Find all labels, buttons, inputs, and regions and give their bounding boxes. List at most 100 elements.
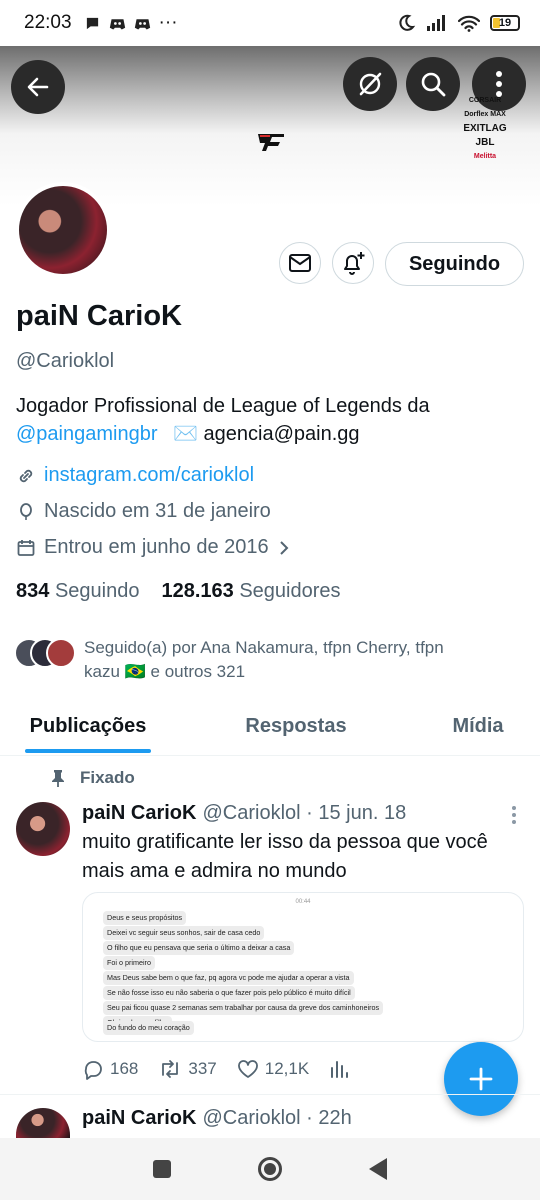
follow-counts: 834 Seguindo 128.163 Seguidores [16, 580, 341, 603]
media-message: Se não fosse isso eu não saberia o que f… [103, 986, 355, 1000]
profile-birthday: Nascido em 31 de janeiro [44, 500, 271, 522]
recent-apps-button[interactable] [153, 1160, 172, 1178]
wifi-icon [458, 15, 480, 32]
grok-button[interactable] [343, 57, 397, 111]
signal-icon [427, 15, 445, 31]
tweet-header: paiN CarioK @Carioklol · 15 jun. 18 [82, 802, 406, 825]
tweet-author-name[interactable]: paiN CarioK [82, 802, 196, 824]
balloon-icon [20, 502, 32, 520]
pain-gaming-logo-icon [258, 134, 284, 151]
profile-name: paiN CarioK [16, 300, 182, 332]
home-button[interactable] [257, 1157, 282, 1181]
profile-joined: Entrou em junho de 2016 [44, 536, 269, 558]
bio-text: Jogador Profissional de League of Legend… [16, 395, 430, 417]
tweet-author-handle: @Carioklol [202, 1107, 301, 1129]
tweet-text: muito gratificante ler isso da pessoa qu… [82, 831, 488, 882]
following-button[interactable]: Seguindo [385, 242, 524, 286]
like-button[interactable]: 12,1K [237, 1059, 309, 1079]
profile-website-link[interactable]: instagram.com/carioklol [44, 464, 254, 487]
envelope-icon [289, 254, 311, 272]
sponsor-exitlag: EXITLAG [463, 123, 507, 134]
tweet-actions: 168 337 12,1K [82, 1058, 369, 1080]
analytics-icon [331, 1061, 349, 1078]
media-timestamp: 00:44 [295, 899, 311, 905]
link-icon [19, 469, 33, 482]
followers-count: 128.163 [161, 580, 234, 602]
profile-birthday-row: Nascido em 31 de janeiro [16, 500, 271, 523]
sponsor-melitta: Melitta [473, 153, 497, 160]
tweet-avatar[interactable] [16, 802, 70, 856]
sponsor-corsair: CORSAIR [468, 97, 502, 104]
profile-joined-row[interactable]: Entrou em junho de 2016 [16, 536, 291, 559]
profile-handle: @Carioklol [16, 350, 115, 372]
bell-plus-icon [344, 252, 365, 275]
pinned-indicator: Fixado [50, 768, 135, 788]
back-arrow-icon [27, 77, 49, 97]
profile-banner: CORSAIR Dorflex MAX EXITLAG JBL Melitta [0, 46, 540, 206]
chat-bubble-icon [86, 17, 98, 29]
more-notifications-icon: ··· [158, 12, 178, 33]
profile-avatar[interactable] [15, 182, 111, 278]
like-count: 12,1K [264, 1059, 310, 1078]
bio-mention-link[interactable]: @paingamingbr [16, 423, 158, 445]
tweet-more-button[interactable] [512, 806, 518, 824]
tweet-author-name[interactable]: paiN CarioK [82, 1107, 196, 1129]
back-button[interactable] [11, 60, 65, 114]
media-message: Do fundo do meu coração [103, 1021, 194, 1035]
battery-indicator: 19 [490, 15, 520, 31]
tweet-time[interactable]: · 15 jun. 18 [306, 802, 406, 824]
tab-replies[interactable]: Respostas [176, 700, 416, 755]
tweet-avatar[interactable] [16, 1108, 70, 1138]
retweet-icon [162, 1060, 179, 1078]
plus-icon [469, 1067, 493, 1091]
bio-email: agencia@pain.gg [203, 423, 360, 445]
views-button[interactable] [329, 1059, 349, 1079]
profile-bio: Jogador Profissional de League of Legend… [16, 392, 526, 448]
media-message: Deixei vc seguir seus sonhos, sair de ca… [103, 926, 265, 940]
reply-icon [84, 1061, 102, 1080]
tweet-time[interactable]: · 22h [306, 1107, 352, 1129]
tweet-media-image[interactable]: 00:44 Deus e seus propósitos Deixei vc s… [82, 892, 524, 1042]
search-button[interactable] [406, 57, 460, 111]
battery-level: 19 [498, 17, 512, 29]
calendar-icon [17, 539, 35, 556]
email-icon: ✉️ [173, 423, 198, 445]
mutual-avatar [46, 638, 76, 668]
pin-icon [52, 770, 64, 787]
status-time: 22:03 [24, 12, 72, 33]
following-count-link[interactable]: 834 Seguindo [16, 580, 139, 603]
retweet-button[interactable]: 337 [158, 1058, 217, 1080]
grok-icon [359, 72, 382, 96]
message-button[interactable] [279, 242, 321, 284]
mutual-follower-avatars [14, 636, 76, 670]
reply-count: 168 [110, 1059, 139, 1078]
sponsor-jbl: JBL [475, 137, 495, 148]
system-navigation-bar [0, 1138, 540, 1200]
moon-icon [399, 14, 416, 31]
heart-icon [237, 1060, 258, 1078]
profile-link-row[interactable]: instagram.com/carioklol [16, 464, 254, 487]
pinned-label: Fixado [80, 768, 135, 787]
media-message: O filho que eu pensava que seria o últim… [103, 941, 295, 955]
media-message: Deus e seus propósitos [103, 911, 187, 925]
tweet-author-handle: @Carioklol [202, 802, 301, 824]
following-count: 834 [16, 580, 50, 602]
discord-icon [134, 18, 150, 29]
status-bar: 22:03 ··· 19 [0, 0, 540, 46]
media-message: Foi o primeiro [103, 956, 155, 970]
back-nav-button[interactable] [368, 1158, 387, 1180]
followed-by-section[interactable]: Seguido(a) por Ana Nakamura, tfpn Cherry… [14, 636, 484, 684]
status-bar-left: 22:03 ··· [24, 12, 178, 34]
reply-button[interactable]: 168 [82, 1058, 138, 1080]
discord-icon [109, 18, 125, 29]
compose-post-button[interactable] [444, 1042, 518, 1116]
tweet-header: paiN CarioK @Carioklol · 22h [82, 1107, 352, 1130]
followers-label: Seguidores [239, 580, 341, 602]
profile-tabs: Publicações Respostas Mídia [0, 700, 540, 756]
tab-media[interactable]: Mídia [416, 700, 540, 755]
followers-count-link[interactable]: 128.163 Seguidores [161, 580, 340, 603]
notifications-button[interactable] [332, 242, 374, 284]
tab-posts[interactable]: Publicações [0, 700, 176, 755]
sponsor-logos: CORSAIR Dorflex MAX EXITLAG JBL Melitta [460, 94, 510, 164]
following-label: Seguindo [54, 580, 140, 602]
